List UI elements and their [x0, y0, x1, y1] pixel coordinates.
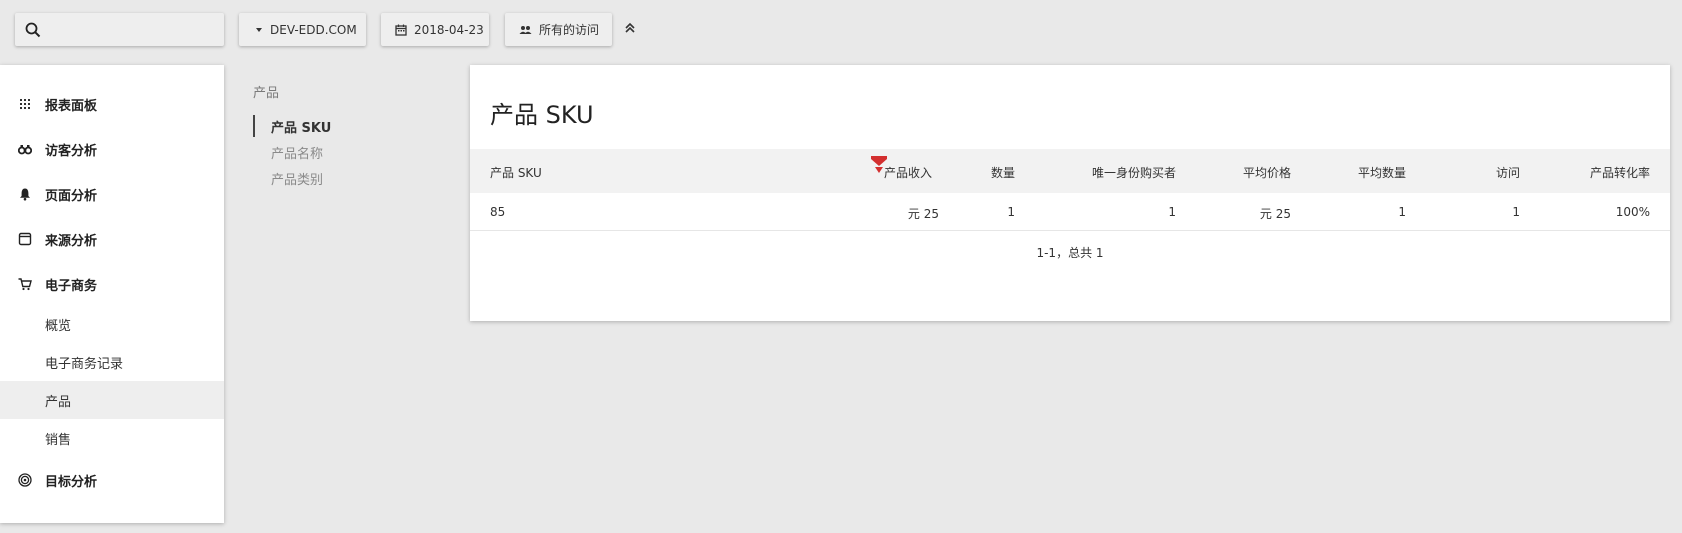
target-icon	[18, 473, 32, 487]
submenu-item-label: 产品	[45, 394, 72, 410]
subnav-item-product-name[interactable]: 产品名称	[271, 143, 323, 162]
date-label: 2018-04-23	[414, 22, 484, 37]
column-header-unique-purchasers[interactable]: 唯一身份购买者	[1092, 164, 1176, 181]
submenu-item-label: 电子商务记录	[45, 356, 124, 372]
cell-visits: 1	[1512, 205, 1520, 219]
site-selector-button[interactable]: DEV-EDD.COM	[239, 13, 366, 46]
column-header-visits[interactable]: 访问	[1496, 164, 1520, 181]
menu-item-pages[interactable]: 页面分析	[0, 175, 224, 213]
search-icon	[25, 22, 41, 37]
submenu-item-ecommerce-log[interactable]: 电子商务记录	[0, 343, 224, 381]
top-controls: DEV-EDD.COM 2018-04-23 所有的访问	[0, 0, 1682, 60]
cell-conversion-rate: 100%	[1615, 205, 1650, 219]
main-menu: 报表面板 访客分析 页面分析 来源分析 电子商务 概览 电子商务记录 产品 销售…	[0, 65, 224, 523]
column-header-product-sku[interactable]: 产品 SKU	[490, 164, 542, 181]
table-row[interactable]: 85 元 25 1 1 元 25 1 1 100%	[470, 193, 1670, 231]
cell-unique-purchasers: 1	[1168, 205, 1176, 219]
subnav-item-product-category[interactable]: 产品类别	[271, 169, 323, 188]
cell-product-sku: 85	[490, 205, 506, 219]
search-box[interactable]	[15, 13, 224, 46]
cell-quantity: 1	[1007, 205, 1015, 219]
menu-item-ecommerce[interactable]: 电子商务	[0, 265, 224, 303]
column-header-average-price[interactable]: 平均价格	[1243, 164, 1291, 181]
subnav-item-product-sku[interactable]: 产品 SKU	[271, 117, 331, 136]
cell-average-quantity: 1	[1398, 205, 1406, 219]
pagination-info: 1-1，总共 1	[1036, 246, 1104, 260]
submenu-item-products[interactable]: 产品	[0, 381, 224, 419]
column-header-quantity[interactable]: 数量	[991, 164, 1015, 181]
menu-item-referrers[interactable]: 来源分析	[0, 220, 224, 258]
submenu-item-label: 概览	[45, 318, 72, 334]
collapse-toggle-button[interactable]	[624, 20, 642, 40]
bell-icon	[20, 188, 30, 201]
menu-item-label: 目标分析	[45, 474, 98, 490]
submenu-item-label: 销售	[45, 432, 72, 448]
submenu-item-sales[interactable]: 销售	[0, 419, 224, 457]
cell-average-price: 元 25	[1259, 207, 1291, 221]
report-title: 产品 SKU	[490, 101, 594, 129]
subnav-title: 产品	[253, 86, 280, 101]
cell-product-revenue: 元 25	[907, 207, 939, 221]
segment-label: 所有的访问	[539, 23, 600, 37]
menu-item-dashboard[interactable]: 报表面板	[0, 85, 224, 123]
calendar-icon	[395, 24, 407, 36]
segment-selector-button[interactable]: 所有的访问	[505, 13, 612, 46]
report-card: 产品 SKU 产品 SKU 产品收入 数量 唯一身份购买者 平均价格 平均数量 …	[470, 65, 1670, 321]
menu-item-visitors[interactable]: 访客分析	[0, 130, 224, 168]
column-header-conversion-rate[interactable]: 产品转化率	[1590, 164, 1650, 181]
users-icon	[519, 25, 532, 34]
site-label: DEV-EDD.COM	[270, 22, 357, 37]
subnav-active-indicator	[253, 115, 255, 137]
binoculars-icon	[18, 145, 32, 155]
cart-icon	[18, 278, 32, 291]
double-chevron-up-icon	[625, 22, 635, 33]
menu-item-label: 电子商务	[45, 278, 98, 294]
menu-item-label: 报表面板	[45, 98, 98, 114]
table-header: 产品 SKU 产品收入 数量 唯一身份购买者 平均价格 平均数量 访问 产品转化…	[470, 149, 1670, 193]
date-selector-button[interactable]: 2018-04-23	[381, 13, 489, 46]
column-header-average-quantity[interactable]: 平均数量	[1358, 164, 1406, 181]
window-icon	[18, 232, 32, 246]
menu-item-label: 来源分析	[45, 233, 98, 249]
submenu-item-overview[interactable]: 概览	[0, 305, 224, 343]
menu-item-goals[interactable]: 目标分析	[0, 461, 224, 499]
menu-item-label: 访客分析	[45, 143, 98, 159]
menu-item-label: 页面分析	[45, 188, 98, 204]
column-header-product-revenue[interactable]: 产品收入	[884, 164, 932, 181]
caret-down-icon	[256, 27, 262, 32]
grid-icon	[20, 99, 30, 109]
